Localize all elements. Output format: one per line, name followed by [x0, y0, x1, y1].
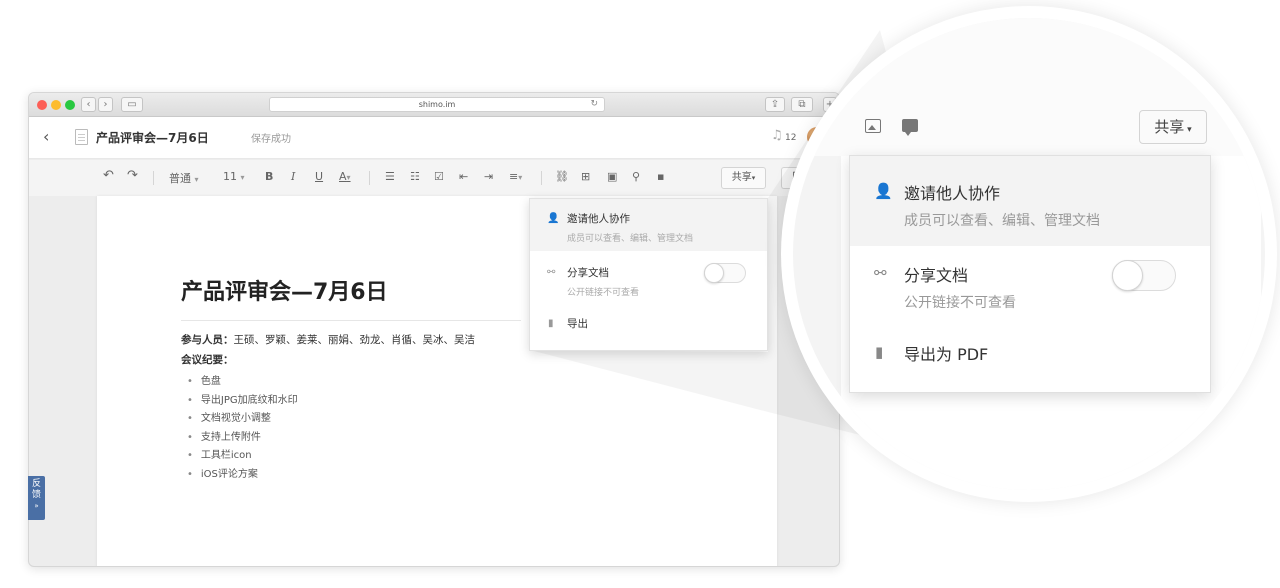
invite-title: 邀请他人协作 — [567, 213, 630, 225]
paragraph-style-value: 普通 — [169, 172, 191, 185]
address-bar[interactable]: shimo.im ↻ — [269, 97, 605, 112]
chevron-down-icon: ▾ — [518, 173, 523, 182]
zoom-window-button[interactable] — [65, 100, 75, 110]
divider — [369, 171, 370, 185]
header-doc-title[interactable]: 产品评审会—7月6日 — [96, 129, 209, 146]
image-icon[interactable]: ▣ — [607, 170, 617, 183]
indent-decrease-icon[interactable]: ⇤ — [459, 170, 468, 183]
add-user-icon: 👤 — [874, 182, 893, 200]
attendees-label: 参与人员： — [181, 334, 234, 346]
feedback-label-1: 反 — [31, 479, 41, 489]
share-button-label: 共享 — [731, 172, 752, 183]
share-page-icon[interactable]: ⇪ — [765, 97, 785, 112]
comment-icon[interactable]: ▪ — [657, 170, 664, 183]
share-doc-desc: 公开链接不可查看 — [567, 288, 640, 298]
font-size-value: 11 — [223, 170, 237, 183]
undo-icon[interactable]: ↶ — [103, 168, 114, 183]
attendees-names: 王硕、罗颖、姜莱、丽娟、劲龙、肖循、吴冰、吴洁 — [233, 334, 476, 346]
attachment-icon[interactable]: ⚲ — [632, 170, 640, 183]
underline-button[interactable]: U — [315, 170, 323, 183]
chevron-down-icon: ▾ — [1184, 125, 1192, 135]
document-title[interactable]: 产品评审会—7月6日 — [181, 274, 388, 306]
editor-toolbar: ↶ ↷ 普通 ▾ 11 ▾ B I U A▾ ☰ ☷ ☑ ⇤ ⇥ ≡▾ ⛓ ⊞ … — [29, 160, 839, 196]
ordered-list-icon[interactable]: ☰ — [385, 170, 395, 183]
italic-button[interactable]: I — [291, 170, 295, 183]
toggle-knob — [704, 263, 724, 283]
chevron-down-icon: ▾ — [751, 174, 756, 182]
align-dropdown[interactable]: ≡▾ — [509, 170, 522, 183]
zoom-share-button[interactable]: 共享 ▾ — [1139, 110, 1207, 144]
font-color-button[interactable]: A▾ — [339, 170, 351, 183]
share-button[interactable]: 共享▾ — [721, 167, 766, 189]
attendees-line[interactable]: 参与人员：王硕、罗颖、姜莱、丽娟、劲龙、肖循、吴冰、吴洁 — [181, 332, 475, 347]
close-window-button[interactable] — [37, 100, 47, 110]
image-icon[interactable] — [865, 119, 881, 133]
minutes-list: 色盘 导出JPG加底纹和水印 文档视觉小调整 支持上传附件 工具栏icon iO… — [187, 372, 298, 483]
divider — [541, 171, 542, 185]
zoom-share-dropdown: 👤 邀请他人协作 成员可以查看、编辑、管理文档 ⚯ 分享文档 公开链接不可查看 … — [849, 155, 1211, 393]
feedback-arrow-icon: » — [34, 502, 39, 510]
bold-button[interactable]: B — [265, 170, 273, 183]
title-divider — [181, 320, 521, 321]
magnifier-zoom: 共享 ▾ 👤 邀请他人协作 成员可以查看、编辑、管理文档 ⚯ 分享文档 公开链接… — [793, 18, 1265, 490]
nav-back-icon[interactable]: ‹ — [81, 97, 96, 112]
toggle-knob — [1112, 260, 1143, 291]
list-item[interactable]: 支持上传附件 — [187, 428, 298, 447]
minutes-label[interactable]: 会议纪要： — [181, 352, 234, 367]
zoom-share-label: 共享 — [1154, 118, 1185, 136]
paragraph-style-dropdown[interactable]: 普通 ▾ — [169, 170, 199, 186]
bullet-list-icon[interactable]: ☷ — [410, 170, 420, 183]
invite-title: 邀请他人协作 — [904, 184, 1001, 203]
chevron-down-icon: ▾ — [346, 173, 351, 182]
share-doc-title[interactable]: 分享文档 — [567, 265, 609, 280]
export-pdf-icon: ▮ — [875, 343, 884, 361]
divider — [153, 171, 154, 185]
sidebar-toggle-icon[interactable]: ▭ — [121, 97, 143, 112]
back-icon[interactable]: ‹ — [43, 127, 49, 146]
list-item[interactable]: 文档视觉小调整 — [187, 409, 298, 428]
indent-increase-icon[interactable]: ⇥ — [484, 170, 493, 183]
share-toggle[interactable] — [1112, 260, 1176, 291]
save-status: 保存成功 — [251, 134, 291, 145]
list-item[interactable]: 导出JPG加底纹和水印 — [187, 391, 298, 410]
reload-icon[interactable]: ↻ — [590, 98, 598, 111]
link-icon[interactable]: ⛓ — [555, 170, 569, 183]
align-left-icon: ≡ — [509, 170, 519, 183]
comment-icon[interactable] — [902, 119, 918, 136]
feedback-tab[interactable]: 反 馈 » — [28, 476, 45, 520]
url-text: shimo.im — [418, 100, 456, 109]
chevron-down-icon: ▾ — [194, 175, 199, 184]
add-user-icon: 👤 — [547, 213, 560, 224]
table-icon[interactable]: ⊞ — [581, 170, 590, 183]
export-option[interactable]: 导出 — [567, 316, 588, 331]
font-color-label: A — [339, 170, 347, 183]
feedback-label-2: 馈 — [31, 490, 41, 500]
invite-desc: 成员可以查看、编辑、管理文档 — [567, 234, 694, 244]
list-item[interactable]: iOS评论方案 — [187, 465, 298, 484]
share-toggle[interactable] — [704, 263, 746, 283]
document-icon — [75, 129, 88, 145]
chevron-down-icon: ▾ — [240, 173, 245, 182]
bell-icon[interactable]: ♫ — [771, 128, 783, 143]
nav-forward-icon[interactable]: › — [98, 97, 113, 112]
font-size-dropdown[interactable]: 11 ▾ — [223, 170, 245, 183]
minimize-window-button[interactable] — [51, 100, 61, 110]
share-dropdown: 👤 邀请他人协作 成员可以查看、编辑、管理文档 ⚯ 分享文档 公开链接不可查看 … — [529, 198, 768, 351]
export-pdf-icon: ▮ — [548, 318, 554, 329]
invite-desc: 成员可以查看、编辑、管理文档 — [904, 213, 1100, 229]
share-doc-desc: 公开链接不可查看 — [904, 295, 1016, 311]
share-doc-title[interactable]: 分享文档 — [904, 262, 968, 286]
link-icon: ⚯ — [547, 267, 556, 278]
app-header: ‹ 产品评审会—7月6日 保存成功 ♫ 12 — [29, 117, 839, 159]
redo-icon[interactable]: ↷ — [127, 168, 138, 183]
checklist-icon[interactable]: ☑ — [434, 170, 444, 183]
export-pdf-option[interactable]: 导出为 PDF — [904, 341, 988, 365]
list-item[interactable]: 工具栏icon — [187, 446, 298, 465]
link-icon: ⚯ — [874, 264, 887, 282]
list-item[interactable]: 色盘 — [187, 372, 298, 391]
browser-chrome: ‹ › ▭ shimo.im ↻ ⇪ ⧉ + — [29, 93, 839, 117]
